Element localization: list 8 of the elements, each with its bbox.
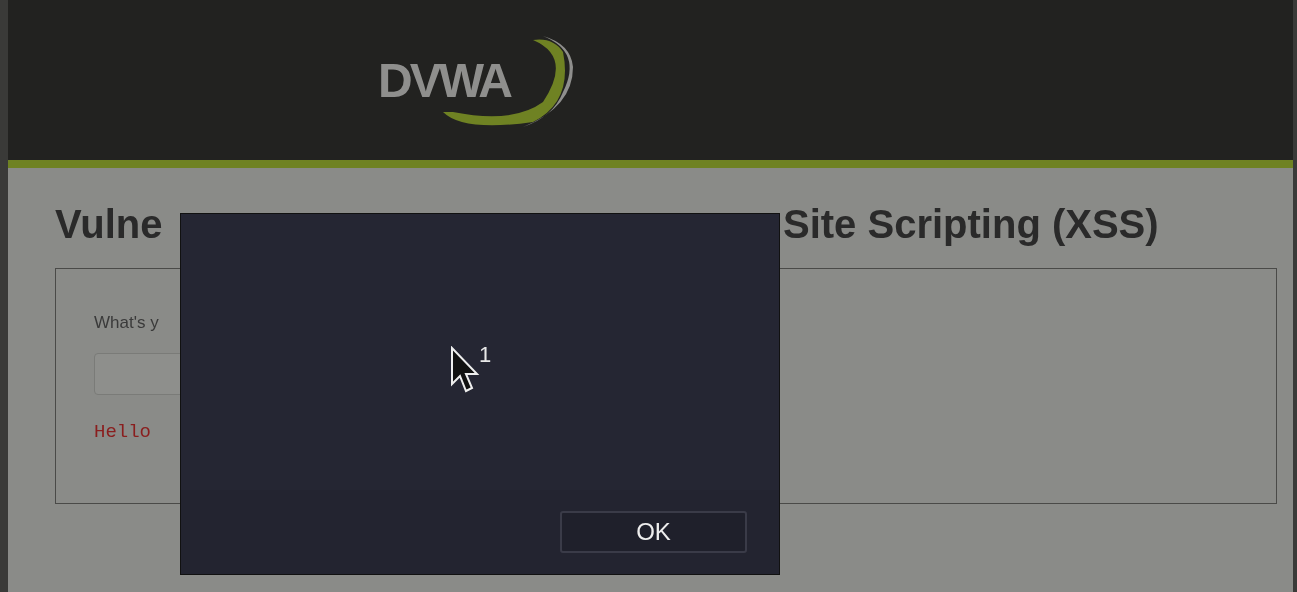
logo-text: DVWA [378,52,510,108]
page-title: Site Scripting (XSS) [783,201,1159,247]
name-prompt: What's y [94,313,160,333]
mouse-pointer-icon [450,346,480,394]
page-title: Vulne [55,201,164,247]
alert-message: 1 [478,342,492,368]
greeting-output: Hello [94,421,152,443]
ok-button[interactable]: OK [560,511,747,553]
